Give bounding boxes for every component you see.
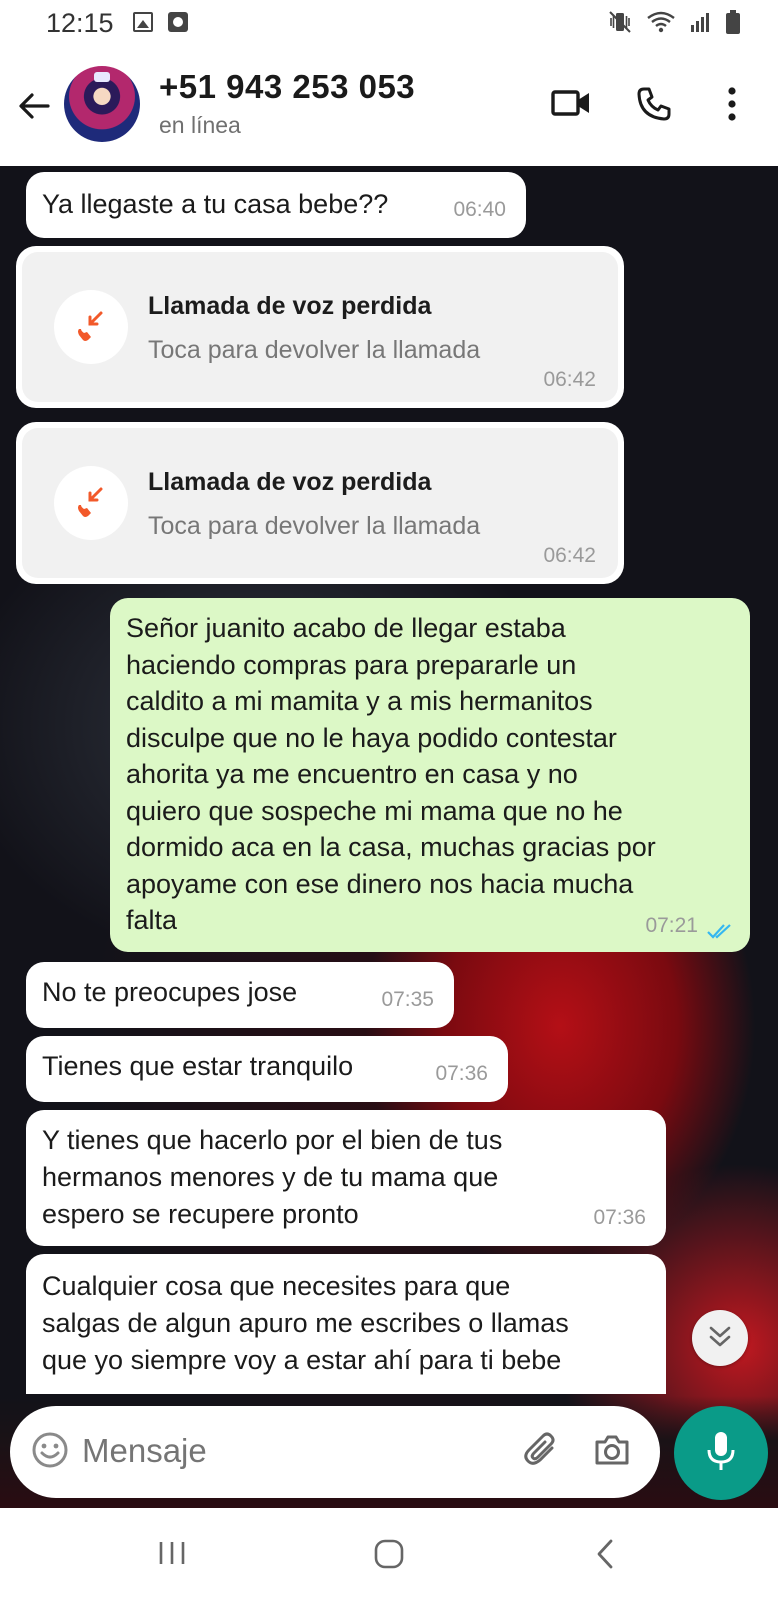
- gallery-notification-icon: [133, 12, 153, 32]
- vibrate-mute-icon: [609, 11, 631, 33]
- missed-call-icon-circle: [54, 466, 128, 540]
- message-text: Tienes que estar tranquilo: [42, 1051, 354, 1081]
- status-bar: 12:15: [0, 0, 778, 48]
- message-line: quiero que sospeche mi mama que no he: [126, 795, 623, 826]
- message-bubble-outgoing[interactable]: Señor juanito acabo de llegar estaba hac…: [110, 598, 750, 952]
- battery-icon: [726, 10, 740, 34]
- missed-call-icon: [78, 311, 103, 341]
- contact-name[interactable]: +51 943 253 053: [159, 68, 415, 106]
- video-call-icon[interactable]: [551, 86, 591, 120]
- message-line: Y tienes que hacerlo por el bien de tus: [42, 1125, 503, 1155]
- message-line: hermanos menores y de tu mama que: [42, 1162, 499, 1192]
- message-text: Ya llegaste a tu casa bebe??: [42, 189, 389, 219]
- chat-header: +51 943 253 053 en línea: [0, 48, 778, 166]
- camera-icon[interactable]: [592, 1430, 632, 1470]
- emoji-icon[interactable]: [30, 1430, 70, 1470]
- message-time: 07:21: [645, 914, 698, 937]
- message-time: 07:36: [435, 1062, 488, 1085]
- system-navigation-bar: [0, 1508, 778, 1600]
- message-bubble-incoming[interactable]: Cualquier cosa que necesites para que sa…: [26, 1254, 666, 1394]
- mic-button[interactable]: [674, 1406, 768, 1500]
- screen-record-notification-icon: [168, 12, 188, 32]
- signal-icon: [691, 13, 709, 32]
- message-line: disculpe que no le haya podido contestar: [126, 722, 617, 753]
- read-receipt-icon: [707, 924, 731, 939]
- missed-call-card-inner: Llamada de voz perdida Toca para devolve…: [22, 252, 618, 402]
- message-time: 07:35: [381, 988, 434, 1011]
- missed-call-title: Llamada de voz perdida: [148, 292, 432, 320]
- message-text: Cualquier cosa que necesites para que sa…: [42, 1268, 569, 1379]
- message-line: apoyame con ese dinero nos hacia mucha: [126, 868, 634, 899]
- message-line: falta: [126, 905, 178, 935]
- message-text: Señor juanito acabo de llegar estaba hac…: [126, 610, 656, 939]
- more-menu-icon[interactable]: [727, 86, 737, 122]
- message-line: espero se recupere pronto: [42, 1199, 359, 1229]
- double-chevron-down-icon: [709, 1326, 731, 1347]
- message-bubble-incoming[interactable]: Ya llegaste a tu casa bebe?? 06:40: [26, 172, 526, 238]
- message-bubble-incoming[interactable]: Y tienes que hacerlo por el bien de tus …: [26, 1110, 666, 1246]
- missed-call-card-inner: Llamada de voz perdida Toca para devolve…: [22, 428, 618, 578]
- message-bubble-incoming[interactable]: Tienes que estar tranquilo 07:36: [26, 1036, 508, 1102]
- message-line: Señor juanito acabo de llegar estaba: [126, 613, 566, 643]
- recent-apps-icon[interactable]: [158, 1538, 186, 1568]
- message-time: 06:42: [543, 368, 596, 391]
- missed-call-subtitle: Toca para devolver la llamada: [148, 336, 481, 364]
- scroll-to-bottom-button[interactable]: [692, 1310, 748, 1366]
- message-time: 07:36: [593, 1206, 646, 1229]
- message-line: caldito a mi mamita y a mis hermanitos: [126, 686, 593, 716]
- missed-call-title: Llamada de voz perdida: [148, 468, 432, 496]
- message-line: salgas de algun apuro me escribes o llam…: [42, 1308, 569, 1338]
- message-composer: [10, 1406, 660, 1498]
- back-arrow-icon[interactable]: [14, 86, 54, 126]
- missed-call-card[interactable]: Llamada de voz perdida Toca para devolve…: [16, 246, 624, 408]
- contact-avatar[interactable]: [64, 66, 140, 142]
- missed-call-icon: [78, 487, 103, 517]
- message-line: haciendo compras para prepararle un: [126, 649, 577, 680]
- mic-icon: [707, 1432, 735, 1470]
- message-time: 06:40: [453, 198, 506, 221]
- status-time: 12:15: [46, 8, 114, 38]
- message-bubble-incoming[interactable]: No te preocupes jose 07:35: [26, 962, 454, 1028]
- home-icon[interactable]: [373, 1538, 405, 1570]
- message-text: No te preocupes jose: [42, 977, 298, 1007]
- message-input[interactable]: [82, 1426, 442, 1476]
- message-line: Cualquier cosa que necesites para que: [42, 1271, 511, 1301]
- wifi-icon: [647, 11, 675, 33]
- missed-call-subtitle: Toca para devolver la llamada: [148, 512, 481, 540]
- message-time: 06:42: [543, 544, 596, 567]
- message-line: dormido aca en la casa, muchas gracias p…: [126, 832, 656, 862]
- message-line: que yo siempre voy a estar ahí para ti b…: [42, 1345, 562, 1375]
- back-icon[interactable]: [594, 1538, 616, 1570]
- message-line: ahorita ya me encuentro en casa y no: [126, 759, 578, 789]
- message-text: Y tienes que hacerlo por el bien de tus …: [42, 1122, 502, 1233]
- contact-status: en línea: [159, 112, 241, 138]
- missed-call-icon-circle: [54, 290, 128, 364]
- attach-icon[interactable]: [522, 1430, 562, 1470]
- chat-area[interactable]: Ya llegaste a tu casa bebe?? 06:40 Llama…: [0, 166, 778, 1508]
- missed-call-card[interactable]: Llamada de voz perdida Toca para devolve…: [16, 422, 624, 584]
- voice-call-icon[interactable]: [636, 86, 672, 122]
